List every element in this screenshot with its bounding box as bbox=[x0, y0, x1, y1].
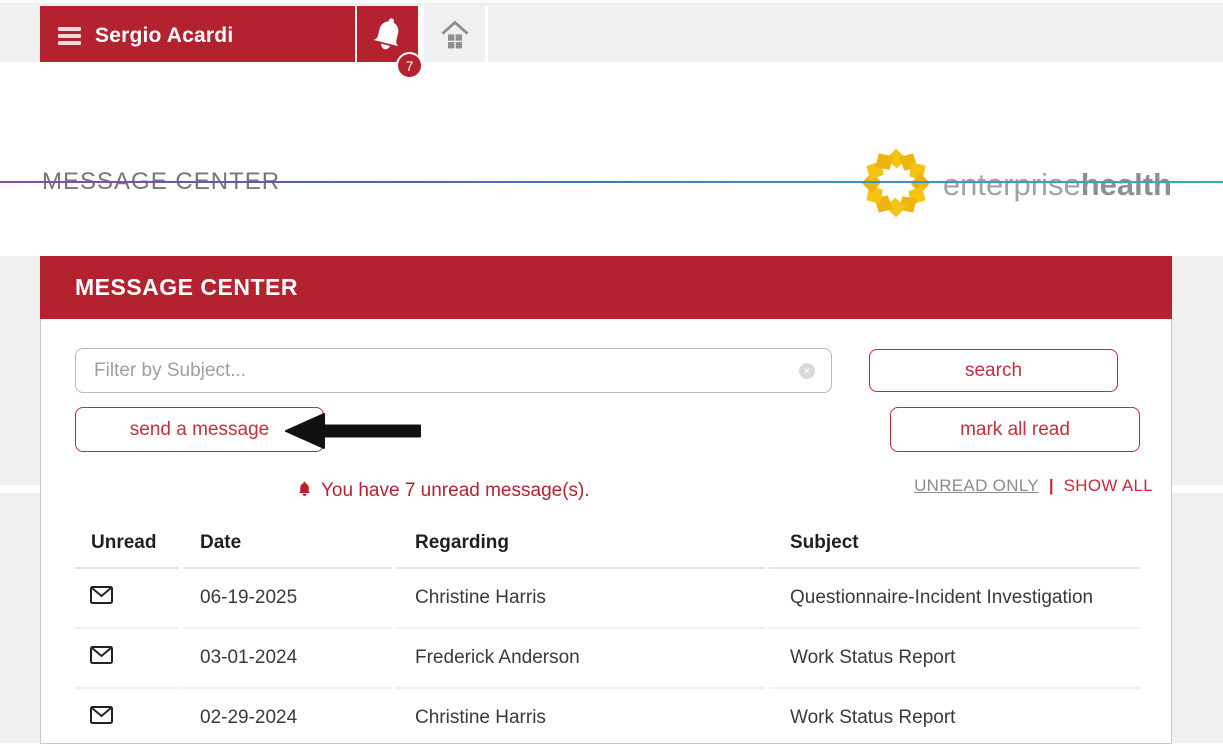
unread-notice-text: You have 7 unread message(s). bbox=[321, 480, 590, 502]
messages-table: Unread Date Regarding Subject 06-19-2025… bbox=[75, 518, 1140, 744]
message-row-regarding[interactable]: Christine Harris bbox=[396, 689, 765, 744]
page-background bbox=[0, 493, 40, 743]
column-header-regarding: Regarding bbox=[396, 518, 765, 569]
user-menu-button[interactable]: Sergio Acardi bbox=[40, 6, 355, 65]
message-row-date[interactable]: 02-29-2024 bbox=[183, 689, 392, 744]
mark-all-read-button[interactable]: mark all read bbox=[890, 407, 1140, 452]
unread-only-link[interactable]: UNREAD ONLY bbox=[914, 476, 1039, 496]
message-row-date[interactable]: 06-19-2025 bbox=[183, 569, 392, 629]
envelope-icon bbox=[90, 646, 113, 670]
logo-text-bold: health bbox=[1081, 167, 1172, 202]
column-header-subject: Subject bbox=[769, 518, 1140, 569]
message-row-subject[interactable]: Work Status Report bbox=[769, 629, 1140, 689]
message-row-regarding[interactable]: Frederick Anderson bbox=[396, 629, 765, 689]
filter-subject-input[interactable] bbox=[75, 348, 832, 393]
search-button[interactable]: search bbox=[869, 349, 1118, 392]
unread-notice: You have 7 unread message(s). bbox=[296, 479, 590, 503]
envelope-icon bbox=[90, 586, 113, 610]
message-center-panel: ✕ search send a message mark all read Yo… bbox=[40, 319, 1172, 744]
message-row-unread-icon[interactable] bbox=[75, 689, 179, 744]
message-row-subject[interactable]: Questionnaire-Incident Investigation bbox=[769, 569, 1140, 629]
home-icon bbox=[433, 12, 477, 59]
message-row-date[interactable]: 03-01-2024 bbox=[183, 629, 392, 689]
panel-title: MESSAGE CENTER bbox=[75, 274, 298, 301]
top-bar: Sergio Acardi bbox=[0, 0, 1223, 62]
unread-bell-icon bbox=[296, 479, 313, 503]
header-accent-line bbox=[0, 181, 1223, 183]
clear-filter-icon[interactable]: ✕ bbox=[799, 363, 815, 379]
bell-icon bbox=[369, 13, 407, 58]
view-filter-links: UNREAD ONLY | SHOW ALL bbox=[914, 476, 1153, 496]
message-row-unread-icon[interactable] bbox=[75, 569, 179, 629]
logo-text-light: enterprise bbox=[943, 167, 1081, 202]
pointer-arrow-annotation bbox=[285, 413, 423, 454]
logo-flower-icon bbox=[859, 146, 933, 225]
page-background bbox=[0, 256, 40, 485]
home-button[interactable] bbox=[424, 6, 485, 65]
page-background bbox=[1172, 493, 1223, 743]
user-name: Sergio Acardi bbox=[95, 24, 233, 48]
column-header-unread: Unread bbox=[75, 518, 179, 569]
message-row-unread-icon[interactable] bbox=[75, 629, 179, 689]
message-row-regarding[interactable]: Christine Harris bbox=[396, 569, 765, 629]
page-background bbox=[1172, 256, 1223, 485]
enterprise-health-logo: enterprisehealth bbox=[859, 148, 1172, 222]
divider bbox=[485, 6, 488, 65]
notification-badge[interactable]: 7 bbox=[396, 52, 423, 79]
panel-header: MESSAGE CENTER bbox=[40, 256, 1172, 319]
column-header-date: Date bbox=[183, 518, 392, 569]
message-row-subject[interactable]: Work Status Report bbox=[769, 689, 1140, 744]
links-separator: | bbox=[1049, 476, 1054, 496]
show-all-link[interactable]: SHOW ALL bbox=[1064, 476, 1153, 496]
page-header: MESSAGE CENTER bbox=[0, 62, 1223, 181]
hamburger-menu-icon[interactable] bbox=[58, 27, 81, 45]
envelope-icon bbox=[90, 706, 113, 730]
